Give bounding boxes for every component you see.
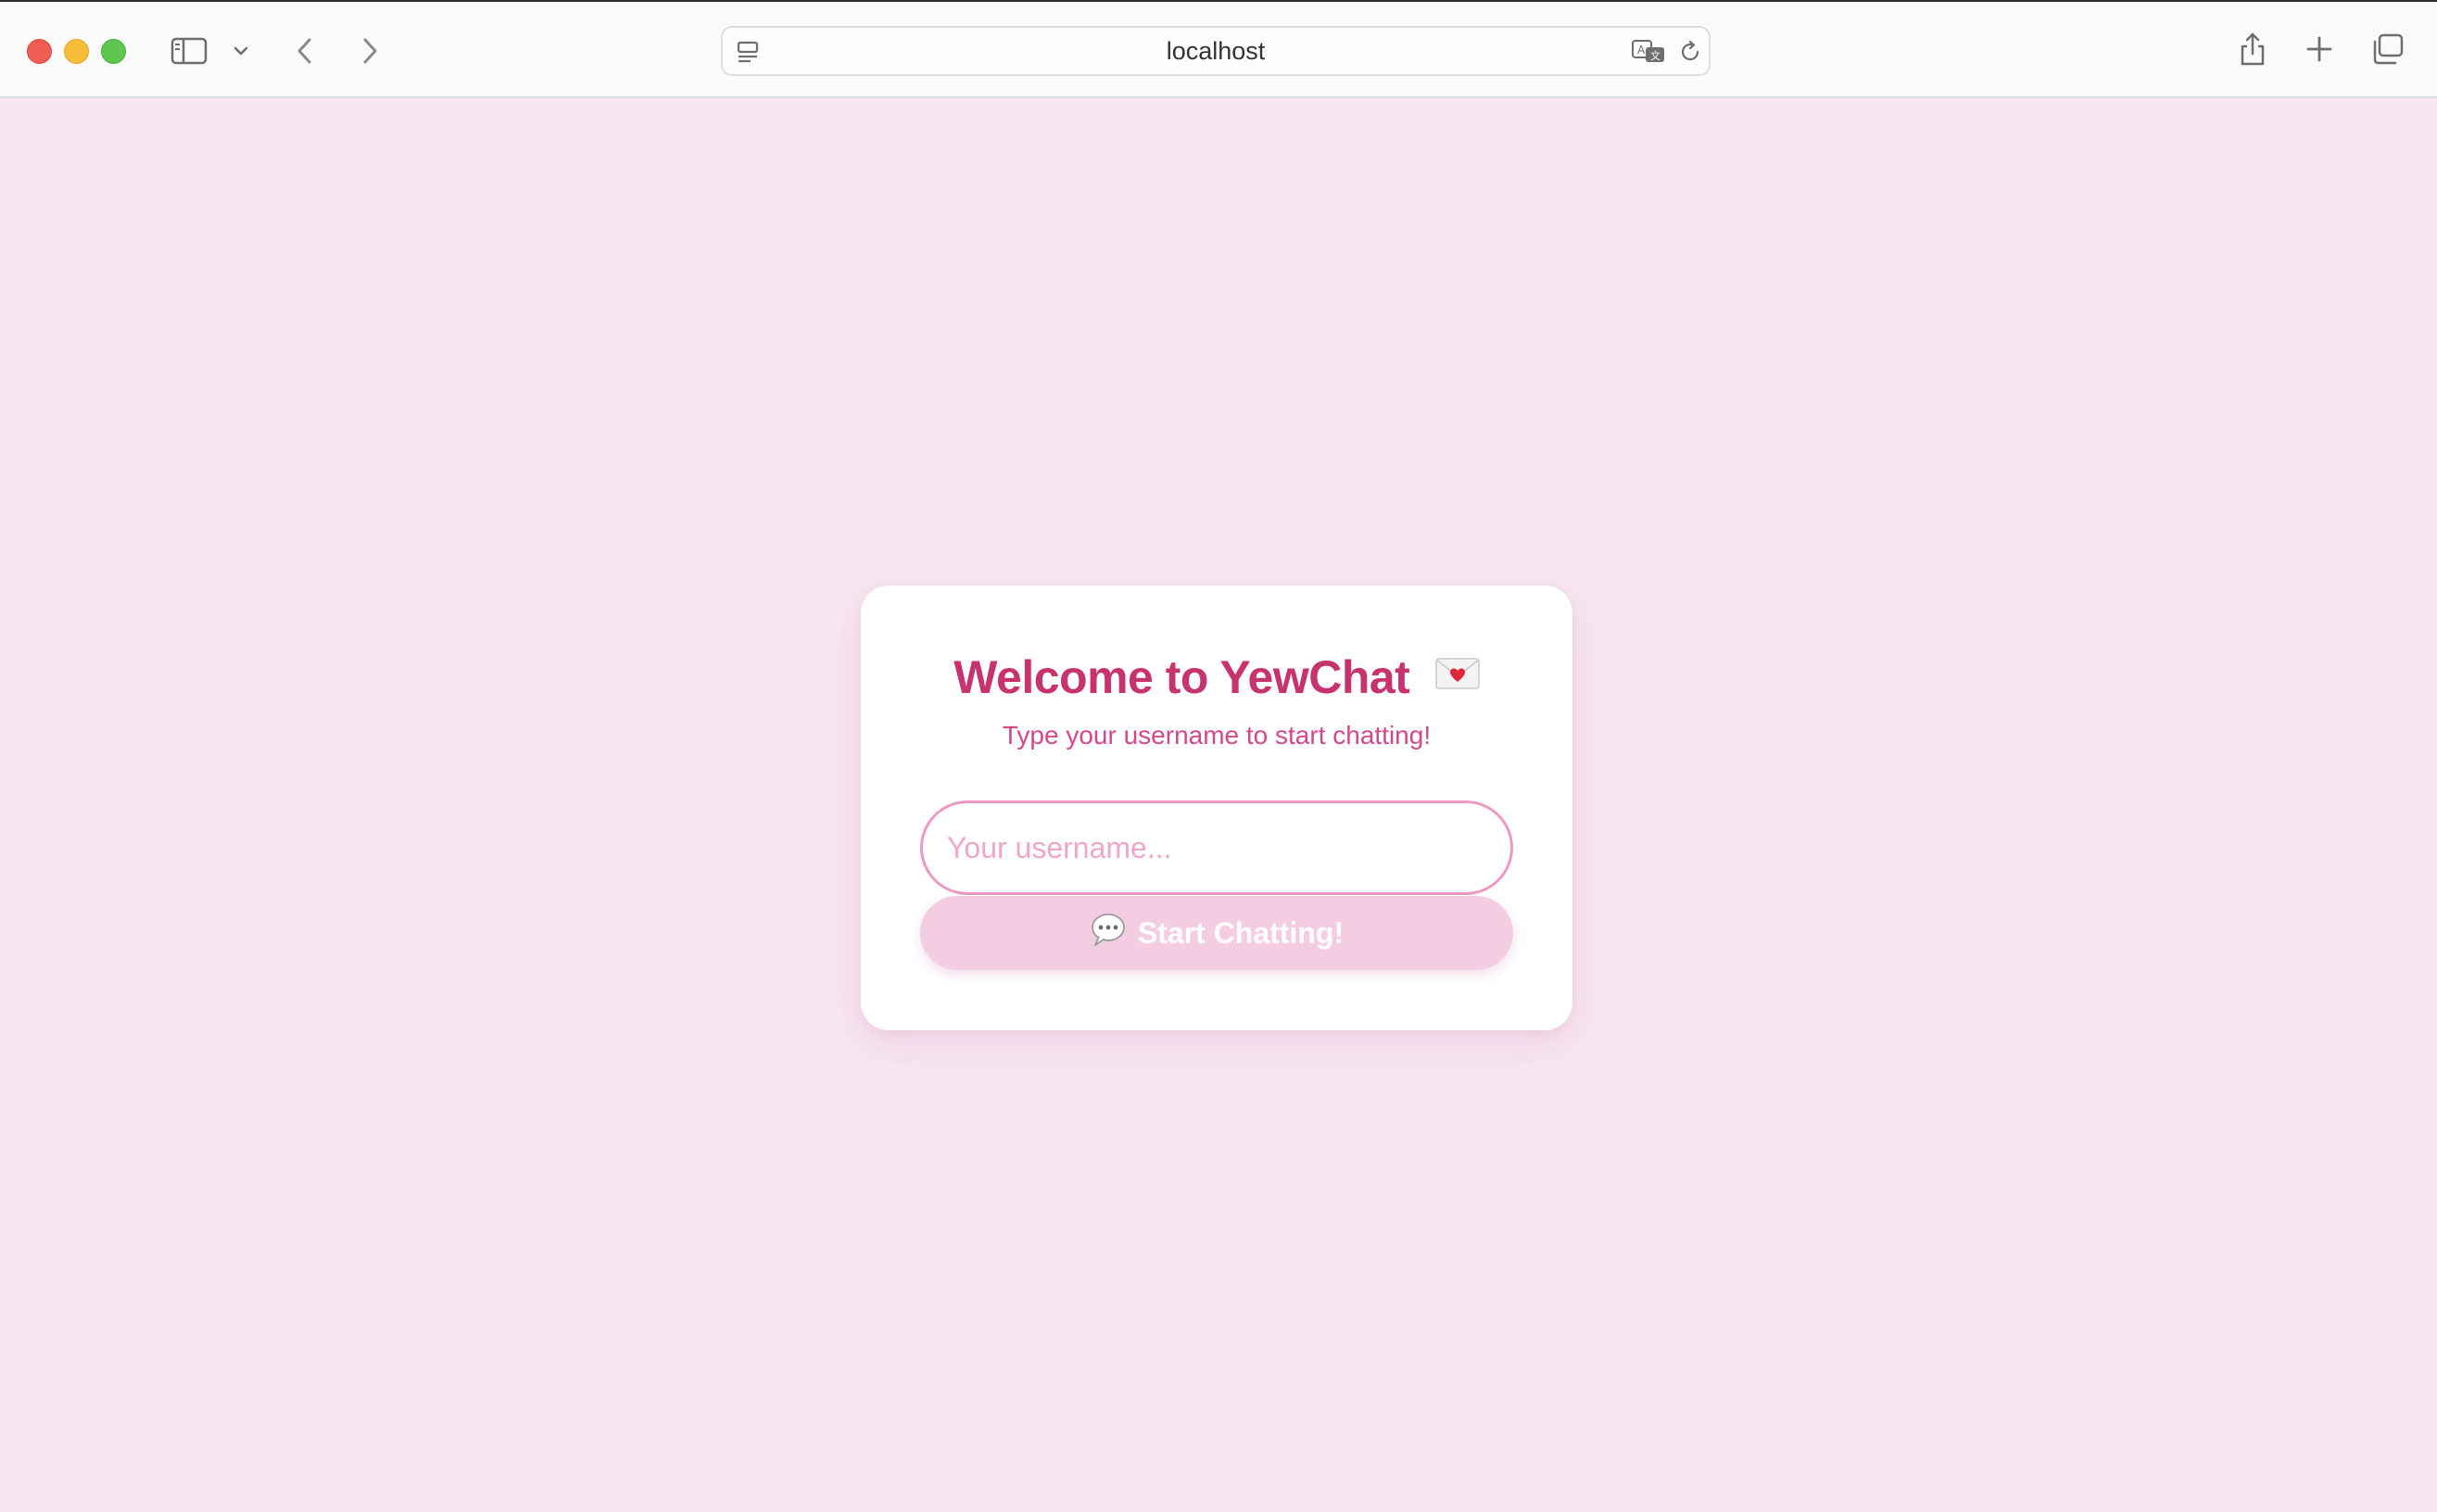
reload-icon[interactable] [1677, 39, 1703, 65]
sidebar-icon[interactable] [169, 35, 209, 67]
plus-icon[interactable] [2304, 33, 2335, 65]
share-icon[interactable] [2237, 30, 2268, 69]
love-letter-icon [1434, 647, 1480, 689]
start-chatting-button[interactable]: Start Chatting! [920, 896, 1513, 970]
window-minimize-button[interactable] [64, 39, 89, 64]
window-close-button[interactable] [27, 39, 52, 64]
username-input[interactable] [920, 800, 1513, 895]
login-card: Welcome to YewChat Type your username to… [861, 586, 1572, 1030]
speech-bubble-icon [1090, 912, 1127, 954]
back-arrow-icon[interactable] [291, 33, 319, 69]
title-text: Welcome to YewChat [953, 651, 1410, 703]
forward-arrow-icon[interactable] [356, 33, 384, 69]
tab-overview-icon[interactable] [2370, 32, 2405, 66]
svg-text:A: A [1637, 44, 1646, 57]
browser-toolbar: localhost A 文 [0, 0, 2437, 98]
chevron-down-icon[interactable] [230, 41, 252, 61]
start-chatting-label: Start Chatting! [1137, 915, 1345, 950]
svg-text:文: 文 [1650, 49, 1660, 62]
address-bar[interactable]: localhost A 文 [721, 26, 1711, 76]
translate-icon[interactable]: A 文 [1631, 39, 1668, 65]
window-zoom-button[interactable] [101, 39, 126, 64]
address-text[interactable]: localhost [723, 28, 1709, 74]
subtitle: Type your username to start chatting! [1002, 721, 1432, 750]
page-title: Welcome to YewChat [861, 647, 1572, 704]
